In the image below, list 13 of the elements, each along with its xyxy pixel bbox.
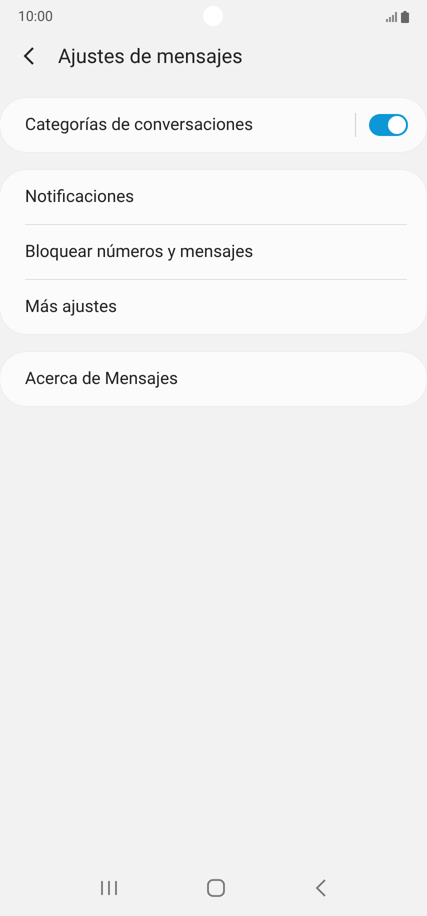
- setting-label[interactable]: Categorías de conversaciones: [25, 115, 355, 135]
- battery-icon: [401, 11, 409, 23]
- screen-title: Ajustes de mensajes: [58, 44, 243, 68]
- toggle-switch[interactable]: [369, 114, 407, 136]
- back-icon[interactable]: [22, 46, 36, 66]
- setting-label[interactable]: Acerca de Mensajes: [25, 369, 407, 389]
- recent-apps-icon[interactable]: [100, 880, 118, 896]
- home-icon[interactable]: [207, 879, 226, 897]
- setting-label[interactable]: Notificaciones: [25, 187, 407, 207]
- signal-icon: [386, 12, 398, 22]
- clock: 10:00: [18, 9, 53, 25]
- setting-label[interactable]: Bloquear números y mensajes: [25, 242, 407, 262]
- setting-label[interactable]: Más ajustes: [25, 297, 407, 317]
